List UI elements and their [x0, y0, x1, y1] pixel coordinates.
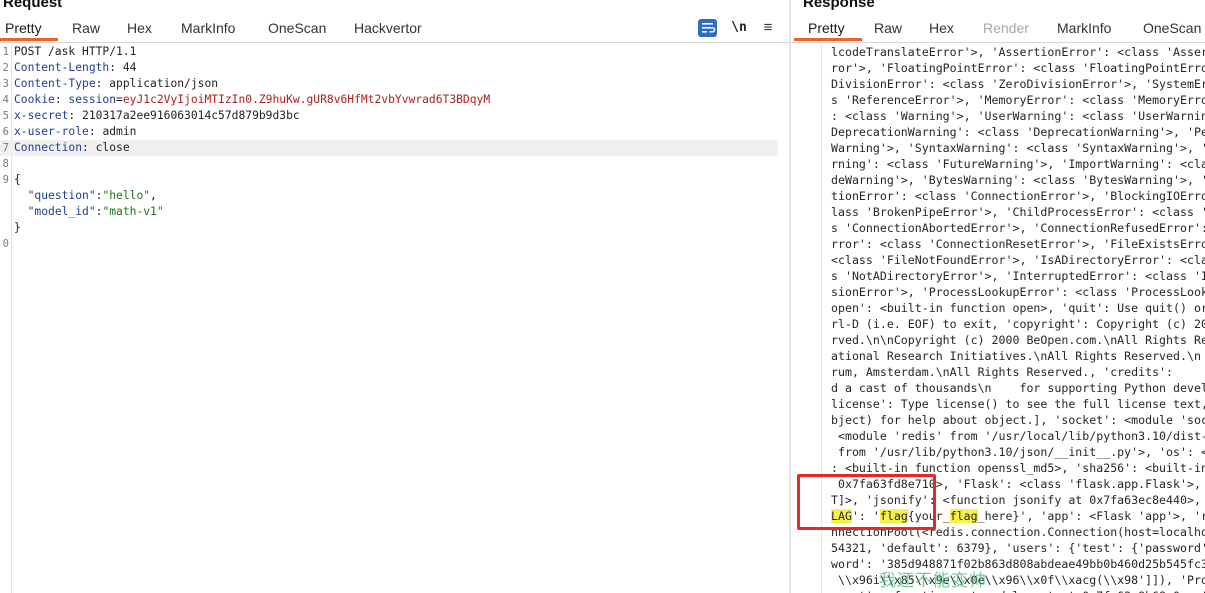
- line-number: 5: [2, 110, 9, 122]
- response-line[interactable]: rum, Amsterdam.\nAll Rights Reserved., '…: [831, 364, 1173, 380]
- cookie-value: eyJ1c2VyIjoiMTIzIn0.Z9huKw.gUR8v6HfMt2vb…: [122, 93, 491, 106]
- response-line[interactable]: lcodeTranslateError'>, 'AssertionError':…: [831, 44, 1205, 60]
- response-tabbar: Pretty Raw Hex Render MarkInfo OneScan: [791, 15, 1205, 43]
- request-tab-hackvertor[interactable]: Hackvertor: [354, 20, 422, 36]
- pretty-print-icon: [702, 23, 716, 33]
- line-number: 3: [2, 78, 9, 90]
- request-title: Request: [3, 0, 63, 11]
- response-line[interactable]: open': <built-in function open>, 'quit':…: [831, 300, 1205, 316]
- response-line[interactable]: DeprecationWarning': <class 'Deprecation…: [831, 124, 1205, 140]
- request-pane: Request Pretty Raw Hex MarkInfo OneScan …: [0, 0, 790, 593]
- json-trailing: ,: [150, 189, 157, 202]
- response-tab-pretty[interactable]: Pretty: [808, 20, 845, 36]
- response-tab-hex[interactable]: Hex: [929, 20, 954, 36]
- request-line-code: x-secret: 210317a2ee916063014c57d879b9d3…: [14, 109, 300, 122]
- line-number: 8: [2, 158, 9, 170]
- response-line[interactable]: ational Research Initiatives.\nAll Right…: [831, 348, 1201, 364]
- line-number: 4: [2, 94, 9, 106]
- request-tab-hex[interactable]: Hex: [127, 20, 152, 36]
- line-number: 7: [2, 142, 9, 154]
- response-line[interactable]: rved.\n\nCopyright (c) 2000 BeOpen.com.\…: [831, 332, 1205, 348]
- response-tab-onescan[interactable]: OneScan: [1143, 20, 1201, 36]
- request-line-text: {: [14, 173, 21, 186]
- response-line[interactable]: 54321, 'default': 6379}, 'users': {'test…: [831, 540, 1205, 556]
- response-line[interactable]: : <class 'Warning'>, 'UserWarning': <cla…: [831, 108, 1205, 124]
- request-tab-pretty[interactable]: Pretty: [5, 20, 42, 36]
- response-active-tab-indicator: [794, 38, 862, 41]
- request-tab-markinfo[interactable]: MarkInfo: [181, 20, 235, 36]
- request-line-code: }: [14, 220, 21, 236]
- header-value: 210317a2ee916063014c57d879b9d3bc: [75, 109, 300, 122]
- response-line[interactable]: bject) for help about object.], 'socket'…: [831, 412, 1205, 428]
- response-line[interactable]: rning': <class 'FutureWarning'>, 'Import…: [831, 156, 1205, 172]
- request-line-text: POST /ask HTTP/1.1: [14, 45, 137, 58]
- header-name: x-user-role: [14, 125, 89, 138]
- response-line[interactable]: license': Type license() to see the full…: [831, 396, 1205, 412]
- cookie-name: session: [61, 93, 117, 106]
- request-tab-onescan[interactable]: OneScan: [268, 20, 326, 36]
- response-line[interactable]: sionError'>, 'ProcessLookupError': <clas…: [831, 284, 1205, 300]
- response-line[interactable]: lass 'BrokenPipeError'>, 'ChildProcessEr…: [831, 204, 1205, 220]
- response-title: Response: [803, 0, 875, 11]
- line-number: 6: [2, 126, 9, 138]
- request-tabbar: Pretty Raw Hex MarkInfo OneScan Hackvert…: [0, 15, 790, 43]
- line-number: 2: [2, 62, 9, 74]
- header-value: admin: [95, 125, 137, 138]
- response-line[interactable]: s 'ConnectionAbortedError'>, 'Connection…: [831, 220, 1205, 236]
- response-tab-markinfo[interactable]: MarkInfo: [1057, 20, 1111, 36]
- header-name: Content-Length: [14, 61, 110, 74]
- request-line[interactable]: 7 Connection: close: [0, 140, 778, 156]
- request-line-code: Connection: close: [14, 141, 130, 154]
- request-editor[interactable]: 1 POST /ask HTTP/1.1 2 Content-Length: 44 3 C…: [0, 44, 790, 593]
- header-name: x-secret: [14, 109, 69, 122]
- response-line[interactable]: d a cast of thousands\n for supporting P…: [831, 380, 1205, 396]
- header-name: Cookie: [14, 93, 55, 106]
- flag-annotation-box: [797, 474, 936, 530]
- line-number: 9: [2, 174, 9, 186]
- response-line[interactable]: s 'ReferenceError'>, 'MemoryError': <cla…: [831, 92, 1205, 108]
- response-tab-render[interactable]: Render: [983, 20, 1029, 36]
- request-line-code: POST /ask HTTP/1.1: [14, 44, 136, 60]
- header-name: Content-Type: [14, 77, 96, 90]
- request-line-code: Content-Length: 44: [14, 61, 137, 74]
- request-line-code: {: [14, 172, 21, 188]
- json-key: "question": [27, 189, 96, 202]
- request-line-code: "model_id":"math-v1": [27, 205, 164, 218]
- request-line-code: x-user-role: admin: [14, 125, 137, 138]
- line-number: 0: [2, 238, 9, 250]
- request-line-code: "question":"hello",: [27, 189, 157, 202]
- flag-highlight: flag: [949, 509, 978, 523]
- flag-text: _here}', 'app': <Flask 'app'>, 'r: [977, 509, 1205, 523]
- response-line[interactable]: rl-D (i.e. EOF) to exit, 'copyright': Co…: [831, 316, 1205, 332]
- response-line[interactable]: DivisionError': <class 'ZeroDivisionErro…: [831, 76, 1205, 92]
- json-value: "math-v1": [102, 205, 164, 218]
- header-value: application/json: [102, 77, 219, 90]
- newline-toggle-button[interactable]: \n: [729, 19, 749, 37]
- response-line[interactable]: tionError': <class 'ConnectionError'>, '…: [831, 188, 1205, 204]
- json-value: "hello": [102, 189, 151, 202]
- response-line[interactable]: from '/usr/lib/python3.10/json/__init__.…: [831, 444, 1205, 460]
- response-line[interactable]: ror'>, 'FloatingPointError': <class 'Flo…: [831, 60, 1205, 76]
- response-line[interactable]: s 'NotADirectoryError'>, 'InterruptedErr…: [831, 268, 1205, 284]
- json-key: "model_id": [27, 205, 96, 218]
- response-line[interactable]: deWarning'>, 'BytesWarning': <class 'Byt…: [831, 172, 1205, 188]
- watermark: 我还不能变帅: [879, 571, 987, 591]
- line-number: 1: [2, 46, 9, 58]
- response-line[interactable]: rror': <class 'ConnectionResetError'>, '…: [831, 236, 1205, 252]
- request-line-text: }: [14, 221, 21, 234]
- header-value: close: [88, 141, 130, 154]
- request-line-code: Cookie: session=eyJ1c2VyIjoiMTIzIn0.Z9hu…: [14, 93, 491, 106]
- response-line[interactable]: Warning'>, 'SyntaxWarning': <class 'Synt…: [831, 140, 1205, 156]
- header-value: 44: [116, 61, 137, 74]
- request-active-tab-indicator: [0, 38, 58, 41]
- response-tab-raw[interactable]: Raw: [874, 20, 902, 36]
- response-line[interactable]: <module 'redis' from '/usr/local/lib/pyt…: [831, 428, 1205, 444]
- request-tab-raw[interactable]: Raw: [72, 20, 100, 36]
- header-name: Connection: [14, 141, 83, 154]
- pretty-print-toggle-button[interactable]: [698, 19, 717, 37]
- request-line-code: Content-Type: application/json: [14, 77, 219, 90]
- menu-icon[interactable]: ≡: [759, 19, 777, 37]
- response-line[interactable]: <class 'FileNotFoundError'>, 'IsADirecto…: [831, 252, 1205, 268]
